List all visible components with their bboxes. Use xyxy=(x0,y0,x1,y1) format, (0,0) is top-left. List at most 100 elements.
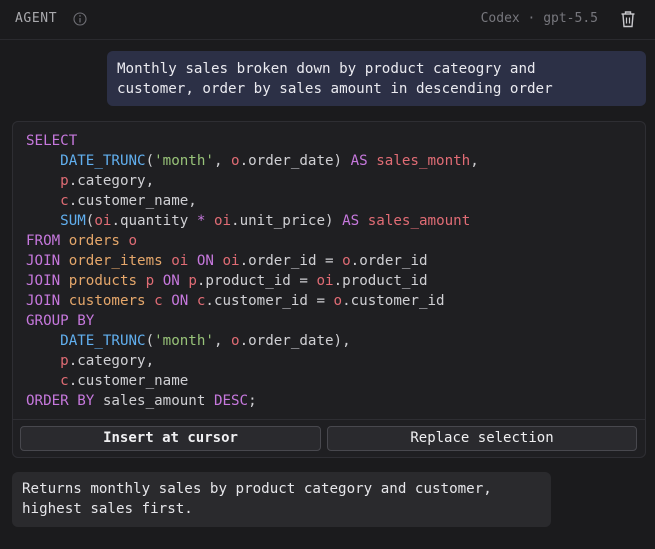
code-token: p xyxy=(60,173,69,189)
code-token: , xyxy=(213,153,232,169)
code-token: GROUP BY xyxy=(26,313,95,329)
insert-at-cursor-button[interactable]: Insert at cursor xyxy=(20,426,321,451)
code-line: DATE_TRUNC('month', o.order_date) AS sal… xyxy=(26,151,479,171)
code-token: DATE_TRUNC xyxy=(60,153,146,169)
replace-selection-button[interactable]: Replace selection xyxy=(327,426,637,451)
code-token: sales_amount xyxy=(94,393,214,409)
code-token: .order_date) xyxy=(239,153,351,169)
code-token: o xyxy=(231,333,240,349)
code-token: ( xyxy=(145,153,155,169)
code-token: sales_amount xyxy=(367,213,471,229)
code-token: .order_id = xyxy=(239,253,343,269)
code-token: .order_date), xyxy=(239,333,351,349)
code-token: ; xyxy=(248,393,257,409)
code-line: JOIN products p ON p.product_id = oi.pro… xyxy=(26,271,479,291)
code-token: .category, xyxy=(68,173,155,189)
code-token: order_items xyxy=(68,253,163,269)
code-line: FROM orders o xyxy=(26,231,479,251)
code-token: o xyxy=(231,153,240,169)
code-token: 'month' xyxy=(154,153,214,169)
code-line: c.customer_name, xyxy=(26,191,479,211)
user-message: Monthly sales broken down by product cat… xyxy=(107,51,646,106)
code-token: .unit_price) xyxy=(231,213,343,229)
code-token: o xyxy=(333,293,343,309)
code-line: JOIN customers c ON c.customer_id = o.cu… xyxy=(26,291,479,311)
code-token: JOIN xyxy=(26,273,61,289)
card-divider xyxy=(13,419,645,420)
code-token: oi xyxy=(213,213,232,229)
code-line: DATE_TRUNC('month', o.order_date), xyxy=(26,331,479,351)
code-line: p.category, xyxy=(26,351,479,371)
code-token: p xyxy=(188,273,197,289)
model-label[interactable]: Codex · gpt-5.5 xyxy=(481,11,598,26)
code-token: oi xyxy=(222,253,240,269)
info-icon[interactable] xyxy=(73,12,87,26)
code-token: FROM xyxy=(26,233,61,249)
header-divider xyxy=(0,39,655,40)
code-token: products xyxy=(68,273,138,289)
code-token: ON xyxy=(196,253,214,269)
code-token: SELECT xyxy=(26,133,78,149)
code-token: DESC xyxy=(213,393,249,409)
code-token: ORDER BY xyxy=(26,393,95,409)
trash-icon[interactable] xyxy=(620,10,636,28)
code-token: .customer_name, xyxy=(68,193,197,209)
code-token: ON xyxy=(162,273,180,289)
code-line: ORDER BY sales_amount DESC; xyxy=(26,391,479,411)
code-token: AS xyxy=(350,153,368,169)
code-line: SUM(oi.quantity * oi.unit_price) AS sale… xyxy=(26,211,479,231)
code-token: c xyxy=(60,193,69,209)
code-token: o xyxy=(342,253,351,269)
panel-title: AGENT xyxy=(15,11,58,26)
code-token: o xyxy=(128,233,138,249)
code-token: c xyxy=(60,373,69,389)
code-token: JOIN xyxy=(26,253,61,269)
agent-header: AGENT Codex · gpt-5.5 xyxy=(0,0,655,40)
code-token: AS xyxy=(342,213,360,229)
code-line: JOIN order_items oi ON oi.order_id = o.o… xyxy=(26,251,479,271)
code-token: oi xyxy=(94,213,112,229)
code-token: , xyxy=(213,333,232,349)
code-token: .customer_id xyxy=(342,293,445,309)
code-token: ( xyxy=(145,333,155,349)
code-line: SELECT xyxy=(26,131,479,151)
code-token: orders xyxy=(68,233,120,249)
sql-code-block[interactable]: SELECT DATE_TRUNC('month', o.order_date)… xyxy=(26,131,479,411)
code-line: c.customer_name xyxy=(26,371,479,391)
code-token: oi xyxy=(171,253,189,269)
code-token: p xyxy=(60,353,69,369)
code-token: .product_id = xyxy=(196,273,317,289)
code-token: JOIN xyxy=(26,293,61,309)
code-token: .customer_name xyxy=(68,373,189,389)
code-token: customers xyxy=(68,293,146,309)
code-token: .order_id xyxy=(350,253,428,269)
code-token: DATE_TRUNC xyxy=(60,333,146,349)
code-token: , xyxy=(470,153,479,169)
code-token: .customer_id = xyxy=(205,293,334,309)
code-token: sales_month xyxy=(376,153,471,169)
code-token: 'month' xyxy=(154,333,214,349)
code-token: .product_id xyxy=(333,273,428,289)
code-suggestion-card: SELECT DATE_TRUNC('month', o.order_date)… xyxy=(12,121,646,458)
